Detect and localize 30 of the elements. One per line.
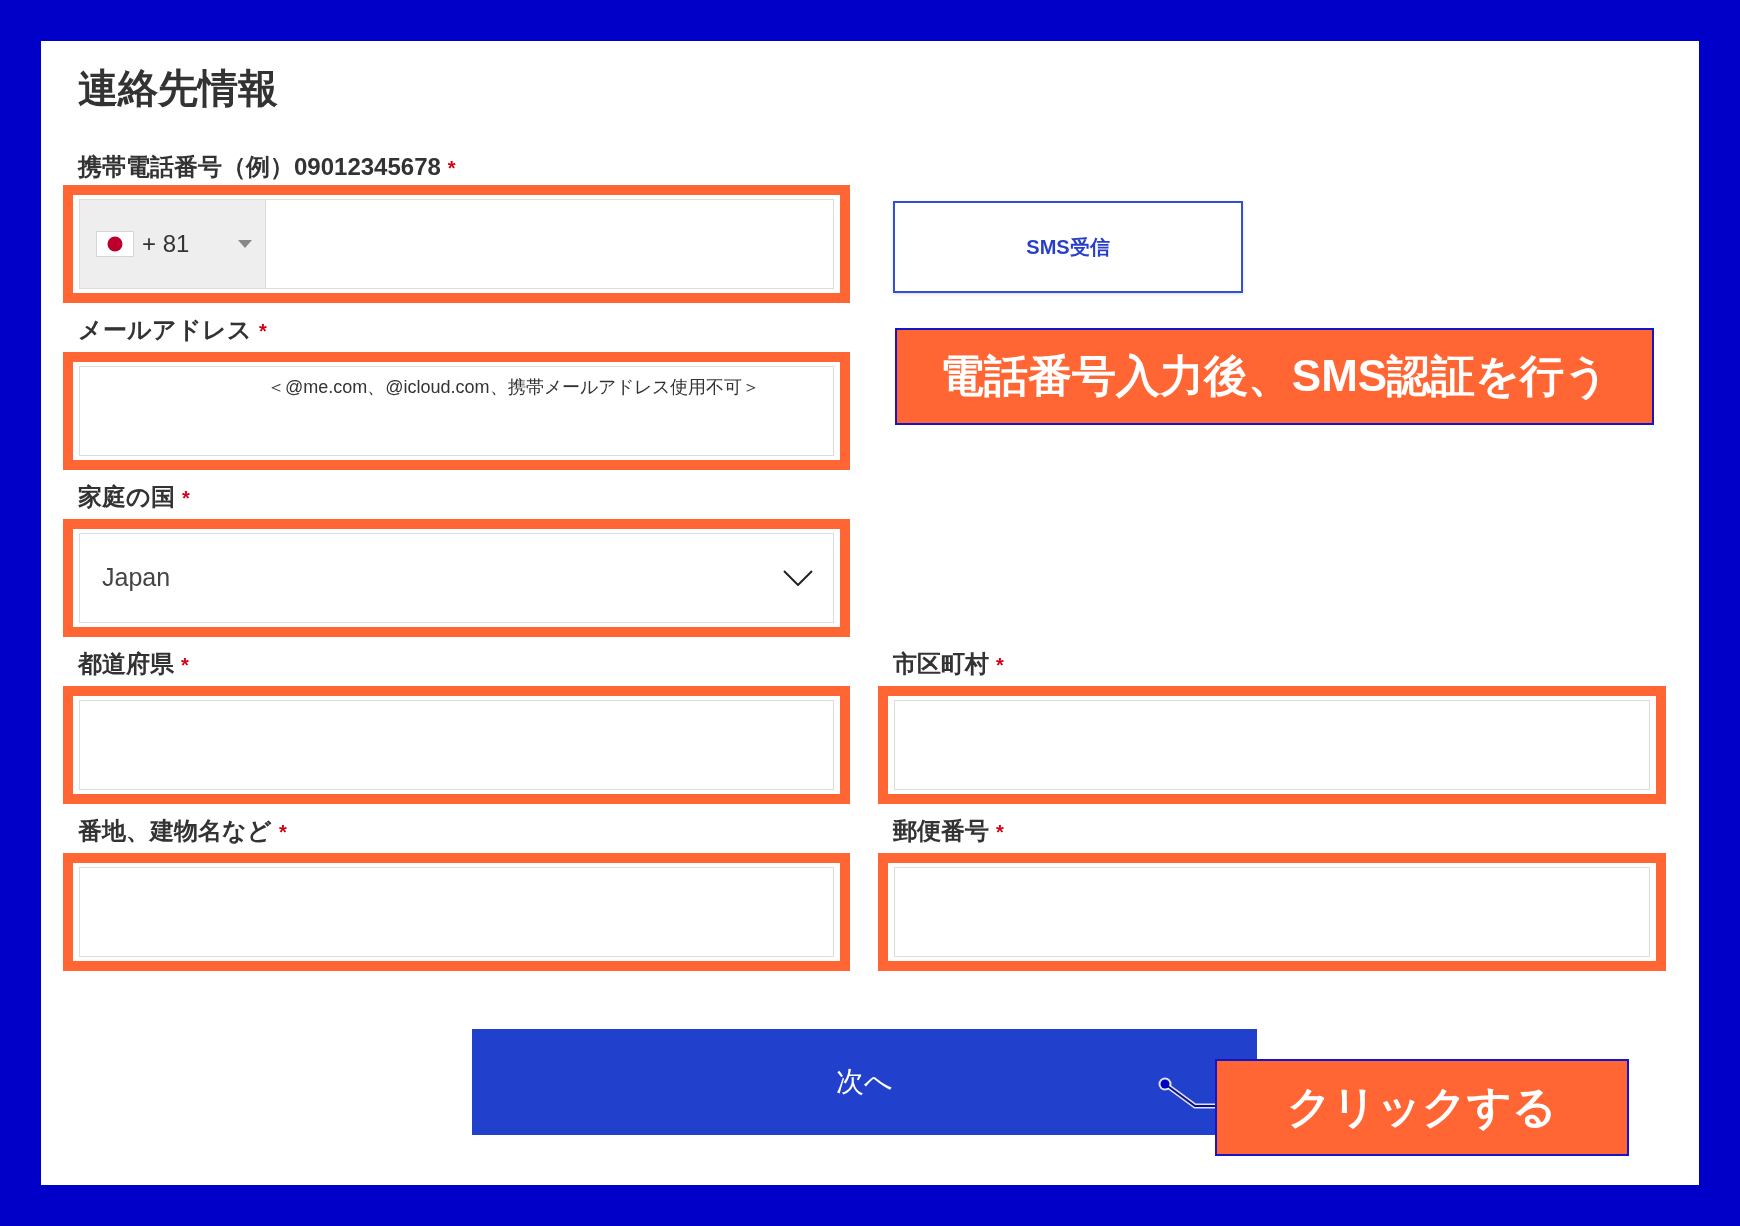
required-mark: *: [996, 820, 1004, 845]
required-mark: *: [181, 653, 189, 678]
text-input[interactable]: [894, 700, 1650, 790]
chevron-down-icon: [783, 570, 813, 586]
phone-input[interactable]: [266, 199, 834, 289]
field-label: 番地、建物名など: [78, 816, 272, 846]
text-input[interactable]: [79, 700, 834, 790]
section-title: 連絡先情報: [78, 65, 279, 112]
text-input[interactable]: [79, 867, 834, 957]
country-select[interactable]: Japan: [79, 533, 834, 623]
next-button[interactable]: 次へ: [472, 1029, 1257, 1135]
field-label: 市区町村: [893, 649, 989, 679]
required-mark: *: [447, 156, 456, 181]
annotation-callout: クリックする: [1215, 1059, 1629, 1156]
required-mark: *: [279, 820, 287, 845]
field-label: 携帯電話番号（例）09012345678: [78, 152, 441, 182]
annotation-callout: 電話番号入力後、SMS認証を行う: [895, 328, 1654, 425]
country-code-select[interactable]: + 81: [79, 199, 266, 289]
field-label: メールアドレス: [78, 315, 252, 345]
email-input[interactable]: ＜@me.com、@icloud.com、携帯メールアドレス使用不可＞: [79, 366, 834, 456]
required-mark: *: [182, 486, 190, 511]
sms-button[interactable]: SMS受信: [893, 201, 1243, 293]
text-input[interactable]: [894, 867, 1650, 957]
caret-icon: [238, 240, 252, 248]
field-label: 家庭の国: [78, 482, 175, 512]
required-mark: *: [259, 319, 267, 344]
field-label: 都道府県: [78, 649, 174, 679]
required-mark: *: [996, 653, 1004, 678]
field-label: 郵便番号: [893, 816, 989, 846]
flag-icon: [96, 231, 134, 257]
